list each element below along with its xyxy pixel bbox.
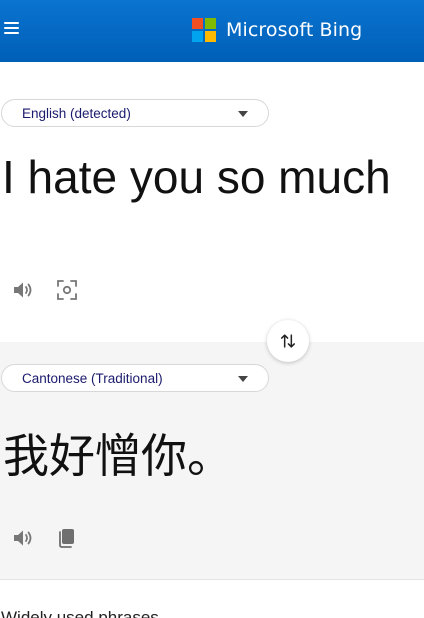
swap-arrows-icon [281, 334, 295, 348]
microsoft-logo-icon [192, 18, 216, 42]
app-header: Microsoft Bing [0, 0, 424, 62]
brand[interactable]: Microsoft Bing [192, 17, 362, 43]
translated-text: 我好憎你。 [3, 429, 233, 483]
source-text-input[interactable]: I hate you so much [2, 150, 424, 204]
camera-scan-icon[interactable] [55, 278, 79, 302]
speaker-icon[interactable] [11, 278, 35, 302]
source-language-label: English (detected) [22, 105, 131, 121]
speaker-icon[interactable] [11, 526, 35, 550]
copy-icon[interactable] [55, 526, 79, 550]
target-language-select[interactable]: Cantonese (Traditional) [1, 364, 269, 392]
chevron-down-icon [238, 111, 248, 117]
chevron-down-icon [238, 376, 248, 382]
source-language-select[interactable]: English (detected) [1, 99, 269, 127]
brand-text: Microsoft Bing [226, 19, 363, 41]
target-language-label: Cantonese (Traditional) [22, 370, 163, 386]
phrases-heading: Widely used phrases [1, 608, 159, 618]
swap-languages-button[interactable] [267, 320, 309, 362]
hamburger-menu-icon[interactable] [4, 20, 20, 36]
